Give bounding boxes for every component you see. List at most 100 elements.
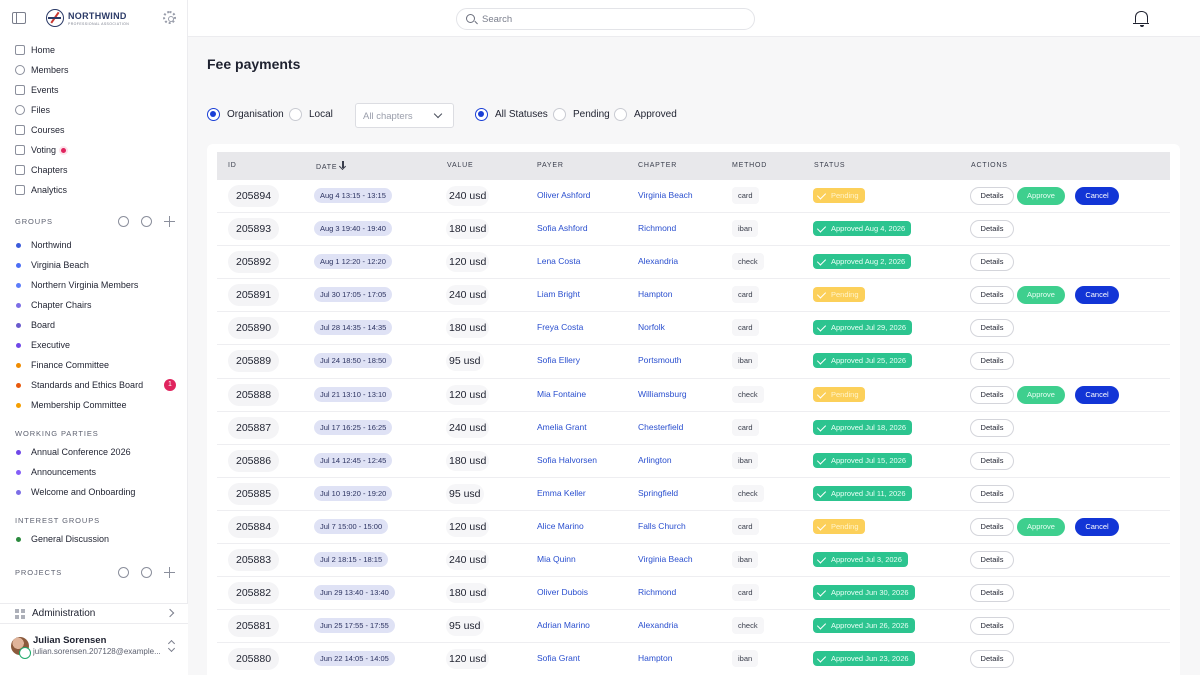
details-button[interactable]: Details [970,584,1014,603]
chapter-link[interactable]: Alexandria [638,256,678,266]
payer-link[interactable]: Freya Costa [537,322,583,332]
group-item[interactable]: Virginia Beach [0,255,188,275]
details-button[interactable]: Details [970,484,1014,503]
group-item[interactable]: Membership Committee [0,395,188,415]
administration-link[interactable]: Administration [0,603,188,623]
group-item[interactable]: Northern Virginia Members [0,275,188,295]
groups-list: Northwind Virginia Beach Northern Virgin… [0,235,188,415]
chapter-link[interactable]: Richmond [638,587,676,597]
payer-link[interactable]: Sofia Grant [537,653,580,663]
search-input[interactable]: Search [456,8,755,30]
chapter-link[interactable]: Springfield [638,488,678,498]
nav-item-members[interactable]: Members [0,60,188,80]
chapter-link[interactable]: Virginia Beach [638,190,693,200]
cancel-button[interactable]: Cancel [1075,286,1119,305]
chapter-link[interactable]: Williamsburg [638,389,687,399]
details-button[interactable]: Details [970,551,1014,570]
details-button[interactable]: Details [970,451,1014,470]
nav-item-home[interactable]: Home [0,40,188,60]
approve-button[interactable]: Approve [1017,517,1065,536]
working-party-item[interactable]: Announcements [0,462,188,482]
details-button[interactable]: Details [970,517,1014,536]
column-header-date[interactable]: DATE [316,161,344,171]
payer-link[interactable]: Oliver Ashford [537,190,590,200]
database-icon [15,105,25,115]
working-party-item[interactable]: Welcome and Onboarding [0,482,188,502]
sidebar-toggle-icon[interactable] [12,12,26,24]
group-item[interactable]: Northwind [0,235,188,255]
cancel-button[interactable]: Cancel [1075,187,1119,205]
chapter-link[interactable]: Virginia Beach [638,554,693,564]
payer-link[interactable]: Sofia Ellery [537,355,580,365]
details-button[interactable]: Details [970,220,1014,239]
plus-icon[interactable] [164,216,175,227]
chapter-link[interactable]: Falls Church [638,521,686,531]
status-badge: Approved Jul 15, 2026 [813,452,913,468]
group-item[interactable]: Executive [0,335,188,355]
plus-icon[interactable] [164,567,175,578]
cancel-button[interactable]: Cancel [1075,517,1119,536]
nav-item-label: Chapters [31,165,68,175]
group-item[interactable]: Board [0,315,188,335]
members-icon[interactable] [118,216,129,227]
nav-item-events[interactable]: Events [0,80,188,100]
details-button[interactable]: Details [970,286,1014,305]
details-button[interactable]: Details [970,617,1014,636]
details-button[interactable]: Details [970,385,1014,404]
user-menu[interactable]: Julian Sorensen julian.sorensen.207128@e… [0,623,188,675]
payer-link[interactable]: Mia Quinn [537,554,576,564]
nav-item-analytics[interactable]: Analytics [0,180,188,200]
payer-link[interactable]: Adrian Marino [537,620,590,630]
payment-id: 205893 [228,218,280,241]
group-item[interactable]: Standards and Ethics Board 1 [0,375,188,395]
chapter-link[interactable]: Norfolk [638,322,665,332]
payer-link[interactable]: Liam Bright [537,289,580,299]
details-button[interactable]: Details [970,418,1014,437]
hierarchy-icon[interactable] [118,567,129,578]
search-icon[interactable] [141,216,152,227]
chapter-link[interactable]: Chesterfield [638,422,683,432]
nav-item-files[interactable]: Files [0,100,188,120]
working-party-item[interactable]: Annual Conference 2026 [0,442,188,462]
interest-group-item[interactable]: General Discussion [0,529,188,549]
nav-item-courses[interactable]: Courses [0,120,188,140]
cancel-button[interactable]: Cancel [1075,385,1119,404]
payer-link[interactable]: Mia Fontaine [537,389,586,399]
status-badge: Approved Jul 29, 2026 [813,320,913,336]
radio-all-statuses[interactable]: All Statuses [475,108,548,121]
approve-button[interactable]: Approve [1017,385,1065,404]
chapter-link[interactable]: Alexandria [638,620,678,630]
payer-link[interactable]: Sofia Ashford [537,223,588,233]
radio-organisation[interactable]: Organisation [207,108,284,121]
payer-link[interactable]: Lena Costa [537,256,580,266]
chapter-link[interactable]: Richmond [638,223,676,233]
group-item[interactable]: Finance Committee [0,355,188,375]
chapter-link[interactable]: Hampton [638,289,673,299]
details-button[interactable]: Details [970,187,1014,205]
bell-icon[interactable] [1133,11,1149,27]
chapter-link[interactable]: Hampton [638,653,673,663]
group-item[interactable]: Chapter Chairs [0,295,188,315]
chapter-select[interactable]: All chapters [355,103,454,128]
payer-link[interactable]: Emma Keller [537,488,586,498]
details-button[interactable]: Details [970,319,1014,338]
payer-link[interactable]: Amelia Grant [537,422,587,432]
payer-link[interactable]: Sofia Halvorsen [537,455,597,465]
chapter-link[interactable]: Portsmouth [638,355,681,365]
approve-button[interactable]: Approve [1017,187,1065,205]
approve-button[interactable]: Approve [1017,286,1065,305]
gear-icon[interactable] [163,11,176,24]
payer-link[interactable]: Oliver Dubois [537,587,588,597]
nav-item-voting[interactable]: Voting [0,140,188,160]
payer-link[interactable]: Alice Marino [537,521,584,531]
details-button[interactable]: Details [970,650,1014,669]
radio-pending[interactable]: Pending [553,108,610,121]
details-button[interactable]: Details [970,253,1014,272]
payment-method: check [732,617,764,635]
search-icon[interactable] [141,567,152,578]
radio-approved[interactable]: Approved [614,108,677,121]
radio-local[interactable]: Local [289,108,333,121]
chapter-link[interactable]: Arlington [638,455,672,465]
nav-item-chapters[interactable]: Chapters [0,160,188,180]
details-button[interactable]: Details [970,352,1014,371]
